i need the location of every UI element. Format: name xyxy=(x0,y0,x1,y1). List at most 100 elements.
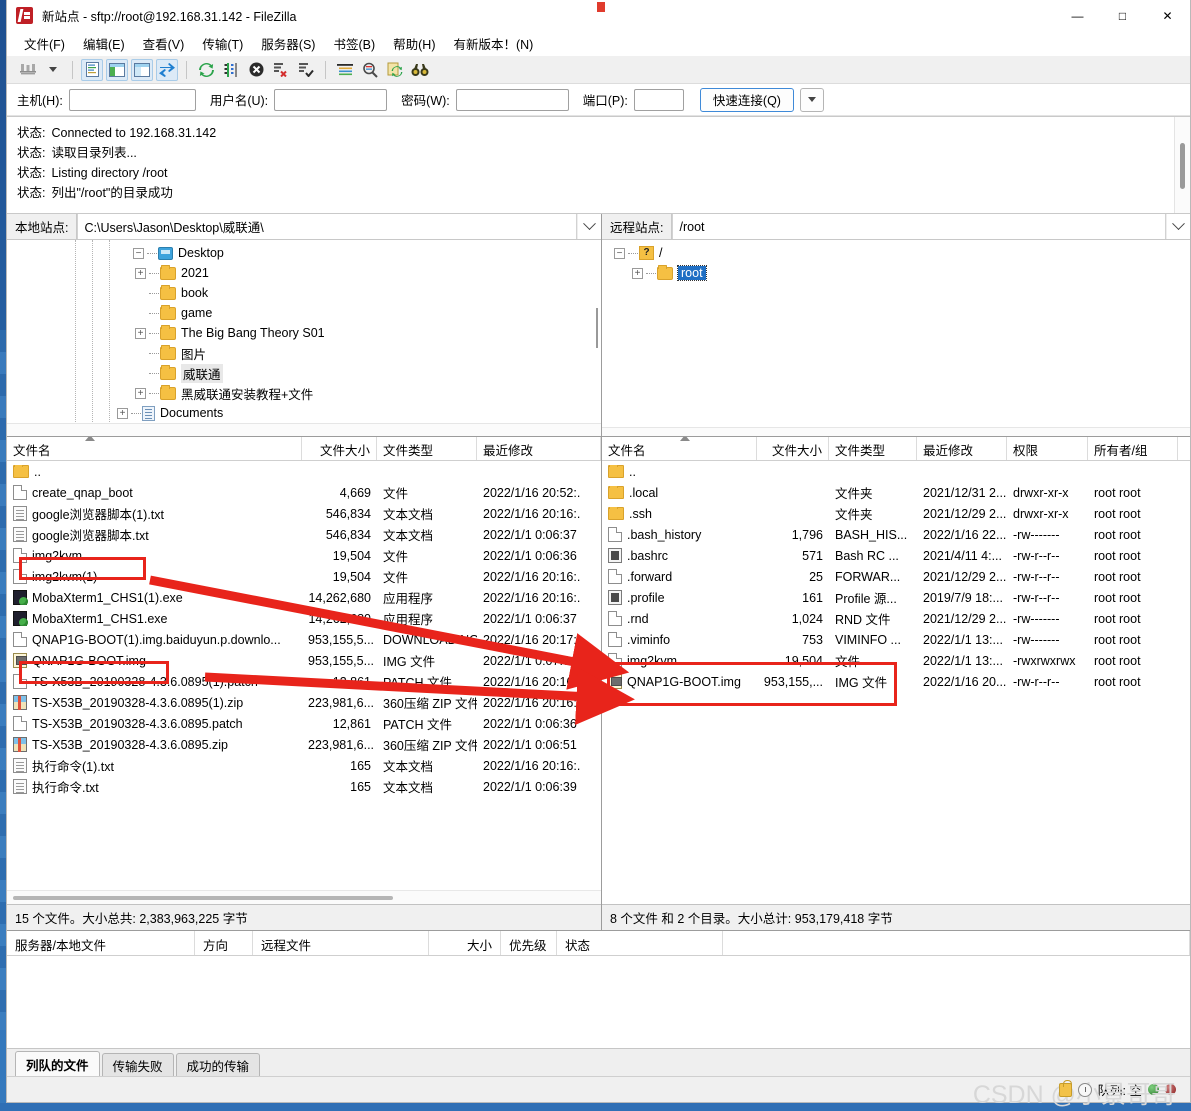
table-row[interactable]: img2kvm19,504文件2022/1/1 13:...-rwxrwxrwx… xyxy=(602,650,1190,671)
column-header-name[interactable]: 文件名 xyxy=(7,437,302,460)
maximize-button[interactable]: □ xyxy=(1100,0,1145,32)
tree-node-game[interactable]: game xyxy=(7,303,601,323)
table-row[interactable]: .. xyxy=(7,461,601,482)
column-header-size[interactable]: 文件大小 xyxy=(757,437,829,460)
filter-icon[interactable] xyxy=(334,59,356,81)
minimize-button[interactable]: — xyxy=(1055,0,1100,32)
queue-column-remote-file[interactable]: 远程文件 xyxy=(253,931,429,955)
message-log-scrollbar[interactable] xyxy=(1174,117,1190,213)
toggle-transfer-queue-icon[interactable] xyxy=(156,59,178,81)
expand-icon[interactable]: + xyxy=(117,408,128,419)
remote-path-field[interactable]: /root xyxy=(672,214,1166,239)
column-header-type[interactable]: 文件类型 xyxy=(829,437,917,460)
queue-column-priority[interactable]: 优先级 xyxy=(501,931,557,955)
local-directory-tree[interactable]: − Desktop + 2021 book game xyxy=(7,240,601,436)
local-path-dropdown-icon[interactable] xyxy=(577,214,601,239)
column-header-permissions[interactable]: 权限 xyxy=(1007,437,1088,460)
local-path-field[interactable]: C:\Users\Jason\Desktop\威联通\ xyxy=(77,214,577,239)
column-header-size[interactable]: 文件大小 xyxy=(302,437,377,460)
disconnect-icon[interactable] xyxy=(270,59,292,81)
table-row[interactable]: .bashrc571Bash RC ...2021/4/11 4:...-rw-… xyxy=(602,545,1190,566)
table-row[interactable]: TS-X53B_20190328-4.3.6.0895(1).zip223,98… xyxy=(7,692,601,713)
quick-connect-button[interactable]: 快速连接(Q) xyxy=(700,88,794,112)
table-row[interactable]: .local文件夹2021/12/31 2...drwxr-xr-xroot r… xyxy=(602,482,1190,503)
menu-server[interactable]: 服务器(S) xyxy=(252,32,324,55)
table-row[interactable]: img2kvm(1)19,504文件2022/1/16 20:16:. xyxy=(7,566,601,587)
table-row[interactable]: QNAP1G-BOOT.img953,155,5...IMG 文件2022/1/… xyxy=(7,650,601,671)
table-row[interactable]: .forward25FORWAR...2021/12/29 2...-rw-r-… xyxy=(602,566,1190,587)
refresh-icon[interactable] xyxy=(195,59,217,81)
tree-node-tbbt[interactable]: + The Big Bang Theory S01 xyxy=(7,323,601,343)
quick-connect-history-dropdown-icon[interactable] xyxy=(800,88,824,112)
remote-directory-tree[interactable]: − ? / + root xyxy=(602,240,1190,436)
queue-column-server-local[interactable]: 服务器/本地文件 xyxy=(7,931,195,955)
tree-node-documents[interactable]: + Documents xyxy=(7,403,601,423)
password-input[interactable] xyxy=(456,89,569,111)
menu-transfer[interactable]: 传输(T) xyxy=(193,32,252,55)
queue-body[interactable] xyxy=(7,956,1190,1048)
username-input[interactable] xyxy=(274,89,387,111)
tree-node-root-slash[interactable]: − ? / xyxy=(602,243,1190,263)
local-horizontal-scrollbar[interactable] xyxy=(7,890,601,904)
table-row[interactable]: .profile161Profile 源...2019/7/9 18:...-r… xyxy=(602,587,1190,608)
toggle-local-tree-icon[interactable] xyxy=(106,59,128,81)
column-header-modified[interactable]: 最近修改 xyxy=(477,437,601,460)
site-manager-icon[interactable] xyxy=(17,59,39,81)
queue-column-direction[interactable]: 方向 xyxy=(195,931,253,955)
menu-new-version[interactable]: 有新版本！(N) xyxy=(444,32,542,55)
tree-node-root[interactable]: + root xyxy=(602,263,1190,283)
menu-help[interactable]: 帮助(H) xyxy=(384,32,444,55)
menu-file[interactable]: 文件(F) xyxy=(15,32,74,55)
expand-icon[interactable]: + xyxy=(135,328,146,339)
tree-node-install-docs[interactable]: + 黑威联通安装教程+文件 xyxy=(7,383,601,403)
synchronized-browsing-icon[interactable] xyxy=(384,59,406,81)
table-row[interactable]: MobaXterm1_CHS1.exe14,262,680应用程序2022/1/… xyxy=(7,608,601,629)
queue-column-status[interactable]: 状态 xyxy=(557,931,723,955)
reconnect-icon[interactable] xyxy=(295,59,317,81)
menu-edit[interactable]: 编辑(E) xyxy=(74,32,134,55)
column-header-owner[interactable]: 所有者/组 xyxy=(1088,437,1178,460)
tree-node-2021[interactable]: + 2021 xyxy=(7,263,601,283)
tree-node-weilian[interactable]: 威联通 xyxy=(7,363,601,383)
table-row[interactable]: google浏览器脚本(1).txt546,834文本文档2022/1/16 2… xyxy=(7,503,601,524)
column-header-modified[interactable]: 最近修改 xyxy=(917,437,1007,460)
expand-icon[interactable]: + xyxy=(632,268,643,279)
table-row[interactable]: google浏览器脚本.txt546,834文本文档2022/1/1 0:06:… xyxy=(7,524,601,545)
expand-icon[interactable]: + xyxy=(135,268,146,279)
table-row[interactable]: 执行命令.txt165文本文档2022/1/1 0:06:39 xyxy=(7,776,601,797)
table-row[interactable]: MobaXterm1_CHS1(1).exe14,262,680应用程序2022… xyxy=(7,587,601,608)
table-row[interactable]: .. xyxy=(602,461,1190,482)
remote-file-rows[interactable]: ...local文件夹2021/12/31 2...drwxr-xr-xroot… xyxy=(602,461,1190,890)
column-header-type[interactable]: 文件类型 xyxy=(377,437,477,460)
tree-node-book[interactable]: book xyxy=(7,283,601,303)
remote-path-dropdown-icon[interactable] xyxy=(1166,214,1190,239)
table-row[interactable]: QNAP1G-BOOT(1).img.baiduyun.p.downlo...9… xyxy=(7,629,601,650)
column-header-name[interactable]: 文件名 xyxy=(602,437,757,460)
tree-node-pictures[interactable]: 图片 xyxy=(7,343,601,363)
table-row[interactable]: .ssh文件夹2021/12/29 2...drwxr-xr-xroot roo… xyxy=(602,503,1190,524)
table-row[interactable]: TS-X53B_20190328-4.3.6.0895(1).patch12,8… xyxy=(7,671,601,692)
table-row[interactable]: .viminfo753VIMINFO ...2022/1/1 13:...-rw… xyxy=(602,629,1190,650)
table-row[interactable]: img2kvm19,504文件2022/1/1 0:06:36 xyxy=(7,545,601,566)
scrollbar-thumb[interactable] xyxy=(1180,143,1185,189)
cancel-icon[interactable] xyxy=(245,59,267,81)
remote-horizontal-scrollbar[interactable] xyxy=(602,890,1190,904)
table-row[interactable]: TS-X53B_20190328-4.3.6.0895.zip223,981,6… xyxy=(7,734,601,755)
table-row[interactable]: .bash_history1,796BASH_HIS...2022/1/16 2… xyxy=(602,524,1190,545)
scrollbar-thumb[interactable] xyxy=(13,896,393,900)
tab-successful-transfers[interactable]: 成功的传输 xyxy=(176,1053,261,1076)
table-row[interactable]: create_qnap_boot4,669文件2022/1/16 20:52:. xyxy=(7,482,601,503)
find-files-icon[interactable] xyxy=(409,59,431,81)
toggle-message-log-icon[interactable] xyxy=(81,59,103,81)
table-row[interactable]: TS-X53B_20190328-4.3.6.0895.patch12,861P… xyxy=(7,713,601,734)
directory-compare-icon[interactable] xyxy=(359,59,381,81)
collapse-icon[interactable]: − xyxy=(614,248,625,259)
table-row[interactable]: 执行命令(1).txt165文本文档2022/1/16 20:16:. xyxy=(7,755,601,776)
queue-column-size[interactable]: 大小 xyxy=(429,931,501,955)
host-input[interactable] xyxy=(69,89,196,111)
tab-failed-transfers[interactable]: 传输失败 xyxy=(102,1053,174,1076)
table-row[interactable]: .rnd1,024RND 文件2021/12/29 2...-rw-------… xyxy=(602,608,1190,629)
table-row[interactable]: QNAP1G-BOOT.img953,155,...IMG 文件2022/1/1… xyxy=(602,671,1190,692)
site-manager-dropdown-icon[interactable] xyxy=(42,59,64,81)
menu-view[interactable]: 查看(V) xyxy=(134,32,194,55)
